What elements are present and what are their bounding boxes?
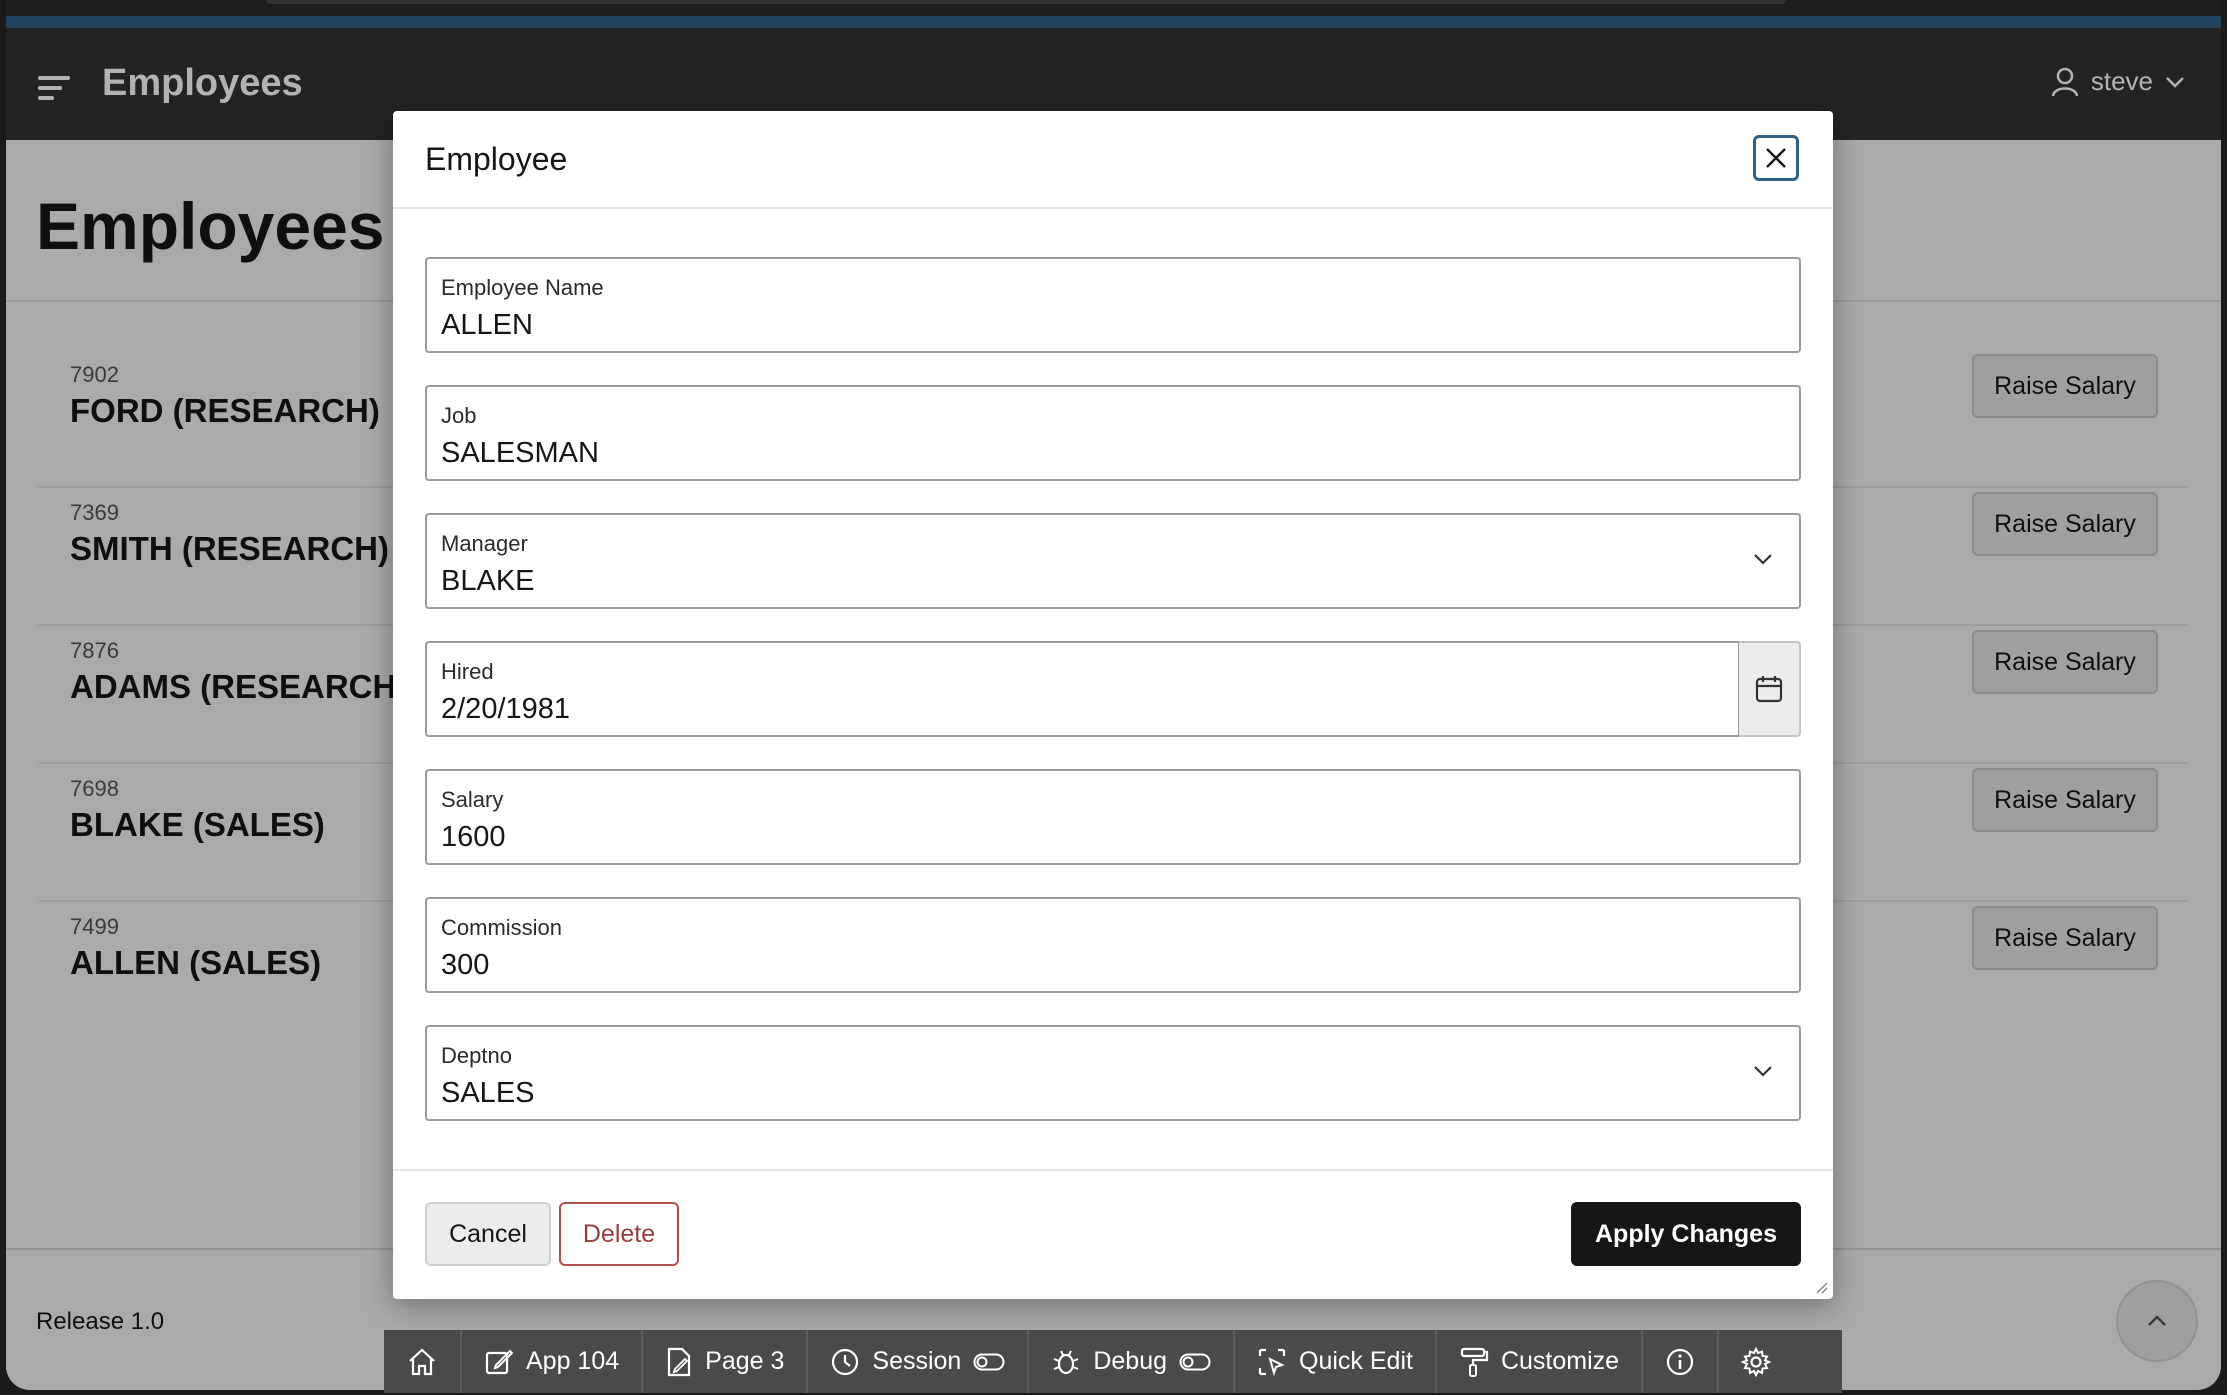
toggle-icon[interactable] [1179, 1353, 1211, 1371]
field-label: Commission [441, 915, 563, 940]
chevron-down-icon [1754, 1066, 1772, 1077]
field-label: Salary [441, 787, 504, 812]
paint-roller-icon [1460, 1347, 1489, 1377]
date-picker-button[interactable] [1739, 641, 1801, 737]
employee-dialog: Employee Employee Name ALLEN Job SALESMA… [393, 111, 1833, 1299]
hired-date-field[interactable]: Hired 2/20/1981 [425, 641, 1740, 737]
employee-name-field[interactable]: Employee Name ALLEN [425, 257, 1801, 353]
dev-debug-label: Debug [1093, 1347, 1168, 1375]
bug-icon [1053, 1350, 1079, 1374]
field-value: 1600 [441, 821, 506, 853]
dev-settings-button[interactable] [1719, 1330, 1793, 1393]
field-label: Employee Name [441, 275, 604, 300]
dev-session-label: Session [872, 1347, 962, 1375]
delete-button[interactable]: Delete [559, 1202, 679, 1266]
close-icon [1766, 148, 1786, 168]
job-field[interactable]: Job SALESMAN [425, 385, 1801, 481]
dev-session-button[interactable]: Session [808, 1330, 1030, 1393]
field-label: Deptno [441, 1043, 512, 1068]
dev-page-label: Page 3 [705, 1347, 785, 1375]
manager-select[interactable]: Manager BLAKE [425, 513, 1801, 609]
field-label: Job [441, 403, 477, 428]
close-button[interactable] [1753, 135, 1799, 181]
page-edit-icon [668, 1347, 691, 1376]
dev-page-button[interactable]: Page 3 [643, 1330, 809, 1393]
dev-quick-edit-label: Quick Edit [1299, 1347, 1413, 1375]
dialog-header: Employee [393, 111, 1833, 209]
developer-toolbar: App 104 Page 3 Session Debug Quick Edit … [384, 1330, 1842, 1393]
dev-home-button[interactable] [384, 1330, 462, 1393]
info-icon [1666, 1348, 1694, 1375]
field-label: Manager [441, 531, 528, 556]
toggle-icon[interactable] [973, 1353, 1005, 1371]
commission-field[interactable]: Commission 300 [425, 897, 1801, 993]
dev-app-label: App 104 [526, 1347, 620, 1375]
calendar-icon [1755, 676, 1783, 703]
edit-icon [485, 1349, 514, 1374]
dev-app-button[interactable]: App 104 [462, 1330, 644, 1393]
field-value: 2/20/1981 [441, 693, 571, 725]
dev-info-button[interactable] [1643, 1330, 1720, 1393]
cancel-button[interactable]: Cancel [425, 1202, 551, 1266]
salary-field[interactable]: Salary 1600 [425, 769, 1801, 865]
field-value: BLAKE [441, 565, 535, 597]
dev-customize-label: Customize [1500, 1347, 1620, 1375]
field-value: 300 [441, 949, 490, 981]
apply-changes-button[interactable]: Apply Changes [1571, 1202, 1801, 1266]
resize-handle-icon[interactable] [1813, 1279, 1829, 1295]
history-icon [832, 1348, 859, 1375]
field-value: SALES [441, 1077, 535, 1109]
quick-edit-icon [1258, 1348, 1286, 1376]
dialog-title: Employee [425, 141, 568, 177]
gear-icon [1741, 1346, 1772, 1377]
field-label: Hired [441, 659, 494, 684]
dev-quick-edit-button[interactable]: Quick Edit [1235, 1330, 1437, 1393]
home-icon [409, 1348, 435, 1375]
field-value: ALLEN [441, 309, 533, 341]
chevron-down-icon [1754, 554, 1772, 565]
field-value: SALESMAN [441, 437, 599, 469]
dev-customize-button[interactable]: Customize [1437, 1330, 1644, 1393]
deptno-select[interactable]: Deptno SALES [425, 1025, 1801, 1121]
dev-debug-button[interactable]: Debug [1029, 1330, 1236, 1393]
